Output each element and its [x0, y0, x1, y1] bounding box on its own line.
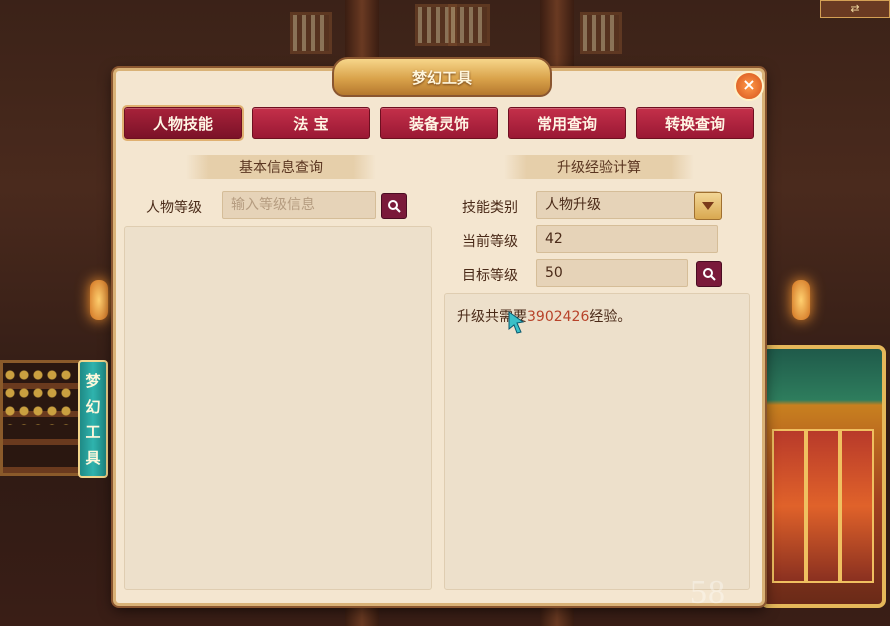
- tab-bar: 人物技能 法 宝 装备灵饰 常用查询 转换查询: [122, 105, 754, 141]
- calculate-search-button[interactable]: [696, 261, 722, 287]
- character-level-input[interactable]: 输入等级信息: [222, 191, 376, 219]
- result-exp-value: 3902426: [527, 309, 590, 325]
- character-level-label: 人物等级: [146, 200, 202, 216]
- result-suffix: 经验。: [589, 309, 632, 325]
- search-icon: [703, 268, 716, 281]
- lattice-window: [290, 12, 332, 54]
- target-level-label: 目标等级: [462, 268, 518, 284]
- game-cursor-icon: [508, 311, 525, 334]
- close-button[interactable]: ×: [734, 71, 764, 101]
- cabinet-door: [772, 429, 806, 583]
- search-icon: [388, 200, 401, 213]
- current-level-input[interactable]: 42: [536, 225, 718, 253]
- dialog-title: 梦幻工具: [411, 68, 472, 87]
- lattice-window: [448, 4, 490, 46]
- tab-label: 转换查询: [664, 114, 725, 133]
- basic-info-result-panel: [124, 226, 432, 590]
- current-level-label: 当前等级: [462, 234, 518, 250]
- side-tab-dream-tools[interactable]: 梦 幻 工 具: [78, 360, 108, 478]
- title-plate: 梦幻工具: [332, 57, 552, 97]
- upgrade-result-text: 升级共需要3902426经验。: [457, 306, 631, 326]
- skill-type-label: 技能类别: [462, 200, 518, 216]
- tab-label: 装备灵饰: [408, 114, 469, 133]
- tab-equipment-accessories[interactable]: 装备灵饰: [380, 107, 498, 139]
- tab-conversion-queries[interactable]: 转换查询: [636, 107, 754, 139]
- tab-magic-treasure[interactable]: 法 宝: [252, 107, 370, 139]
- level-search-button[interactable]: [381, 193, 407, 219]
- side-tab-char: 工: [85, 423, 101, 442]
- section-header-upgrade-exp: 升级经验计算: [504, 155, 694, 179]
- section-header-basic-info: 基本信息查询: [186, 155, 376, 179]
- watermark: 58: [690, 574, 726, 611]
- tab-label: 法 宝: [293, 114, 329, 133]
- upgrade-exp-result-panel: 升级共需要3902426经验。: [444, 293, 750, 590]
- skill-type-dropdown-button[interactable]: [694, 192, 722, 220]
- tab-character-skills[interactable]: 人物技能: [122, 105, 244, 141]
- tab-label: 人物技能: [152, 114, 213, 133]
- tab-common-queries[interactable]: 常用查询: [508, 107, 626, 139]
- corner-menu-button[interactable]: ⇄: [820, 0, 890, 18]
- lantern: [90, 280, 108, 320]
- tools-dialog: 梦幻工具 × 人物技能 法 宝 装备灵饰 常用查询 转换查询 基本信息查询 人物…: [113, 57, 765, 606]
- dropdown-arrow-icon: [702, 202, 714, 210]
- target-level-input[interactable]: 50: [536, 259, 688, 287]
- side-tab-char: 梦: [85, 372, 101, 391]
- skill-type-select[interactable]: 人物升级: [536, 191, 718, 219]
- abacus: [2, 365, 74, 425]
- side-tab-char: 幻: [85, 397, 101, 416]
- side-tab-char: 具: [85, 448, 101, 467]
- decorated-cabinet: [760, 345, 886, 608]
- lantern: [792, 280, 810, 320]
- cabinet-door: [840, 429, 874, 583]
- cabinet-door: [806, 429, 840, 583]
- tab-label: 常用查询: [536, 114, 597, 133]
- close-icon: ×: [742, 75, 756, 94]
- lattice-window: [580, 12, 622, 54]
